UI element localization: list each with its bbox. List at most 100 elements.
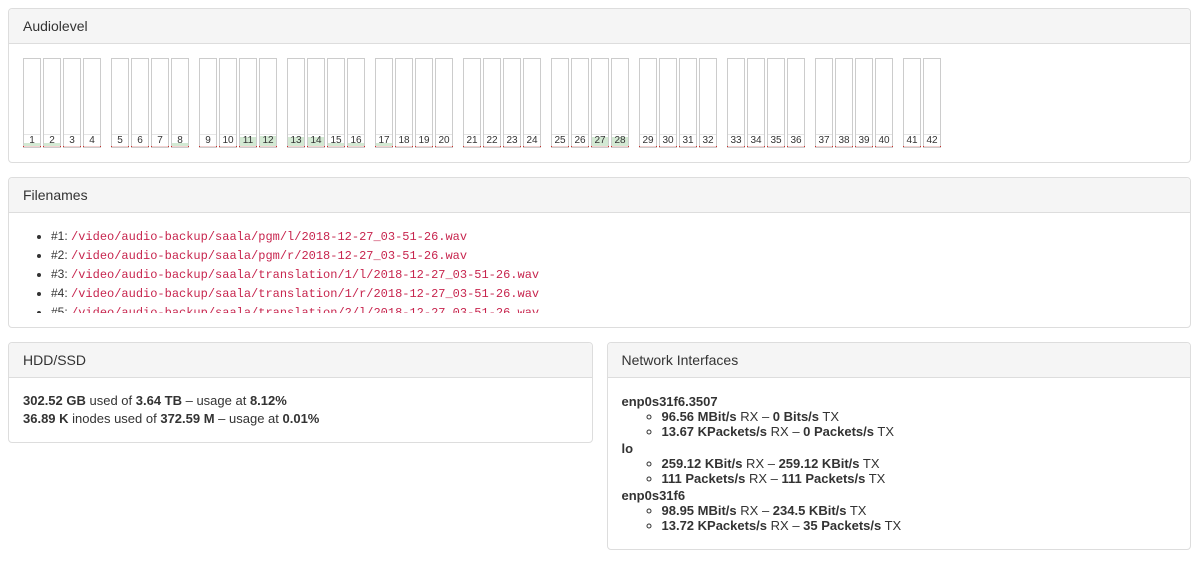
filename-item: #4: /video/audio-backup/saala/translatio…: [51, 284, 1172, 303]
audio-meter-label: 42: [924, 134, 940, 147]
audio-meter-37: 37: [815, 58, 833, 148]
filename-item: #1: /video/audio-backup/saala/pgm/l/2018…: [51, 227, 1172, 246]
filename-index: #2:: [51, 248, 71, 262]
meter-group: 21 22 23 24: [463, 58, 543, 148]
storage-space-line: 302.52 GB used of 3.64 TB – usage at 8.1…: [23, 392, 578, 410]
storage-inodes-total: 372.59 M: [160, 411, 214, 426]
audio-meter-22: 22: [483, 58, 501, 148]
filename-index: #1:: [51, 229, 71, 243]
network-stat-line: 13.67 KPackets/s RX – 0 Packets/s TX: [662, 424, 1177, 439]
audio-meter-label: 3: [64, 134, 80, 147]
audio-meter-label: 15: [328, 134, 344, 147]
meter-group: 1234: [23, 58, 103, 148]
audio-meter-label: 22: [484, 134, 500, 147]
audio-meter-27: 27: [591, 58, 609, 148]
filename-item: #2: /video/audio-backup/saala/pgm/r/2018…: [51, 246, 1172, 265]
audio-meter-31: 31: [679, 58, 697, 148]
audio-meter-11: 11: [239, 58, 257, 148]
audio-meter-4: 4: [83, 58, 101, 148]
network-interface: enp0s31f6.3507: [622, 394, 1177, 409]
audiolevel-meters: 1234567891011121314151617181920212223242…: [23, 58, 1176, 148]
storage-panel: HDD/SSD 302.52 GB used of 3.64 TB – usag…: [8, 342, 593, 443]
network-panel: Network Interfaces enp0s31f6.350796.56 M…: [607, 342, 1192, 550]
audio-meter-label: 34: [748, 134, 764, 147]
filename-index: #4:: [51, 286, 71, 300]
meter-group: 5678: [111, 58, 191, 148]
audio-meter-label: 24: [524, 134, 540, 147]
audio-meter-14: 14: [307, 58, 325, 148]
audio-meter-label: 5: [112, 134, 128, 147]
audio-meter-label: 26: [572, 134, 588, 147]
audio-meter-label: 35: [768, 134, 784, 147]
audio-meter-label: 39: [856, 134, 872, 147]
filename-index: #5:: [51, 305, 71, 313]
meter-group: 33343536: [727, 58, 807, 148]
audio-meter-17: 17: [375, 58, 393, 148]
meter-group: 4142: [903, 58, 943, 148]
audio-meter-label: 30: [660, 134, 676, 147]
meter-group: 25 26 27 28: [551, 58, 631, 148]
audio-meter-label: 11: [240, 134, 256, 147]
network-stat-line: 259.12 KBit/s RX – 259.12 KBit/s TX: [662, 456, 1177, 471]
filenames-title: Filenames: [9, 178, 1190, 213]
audiolevel-title: Audiolevel: [9, 9, 1190, 44]
audio-meter-label: 37: [816, 134, 832, 147]
filename-path: /video/audio-backup/saala/pgm/l/2018-12-…: [71, 230, 467, 244]
audio-meter-1: 1: [23, 58, 41, 148]
meter-group: 9101112: [199, 58, 279, 148]
network-stat-line: 98.95 MBit/s RX – 234.5 KBit/s TX: [662, 503, 1177, 518]
audio-meter-19: 19: [415, 58, 433, 148]
audio-meter-label: 17: [376, 134, 392, 147]
audio-meter-label: 10: [220, 134, 236, 147]
storage-inodes-line: 36.89 K inodes used of 372.59 M – usage …: [23, 410, 578, 428]
audio-meter-label: 14: [308, 134, 324, 147]
audio-meter-35: 35: [767, 58, 785, 148]
audio-meter-label: 31: [680, 134, 696, 147]
audio-meter-16: 16: [347, 58, 365, 148]
meter-group: 2930 3132: [639, 58, 719, 148]
filename-index: #3:: [51, 267, 71, 281]
audio-meter-label: 21: [464, 134, 480, 147]
audio-meter-28: 28: [611, 58, 629, 148]
network-stat-line: 111 Packets/s RX – 111 Packets/s TX: [662, 471, 1177, 486]
storage-space-used: 302.52 GB: [23, 393, 86, 408]
audio-meter-33: 33: [727, 58, 745, 148]
audio-meter-32: 32: [699, 58, 717, 148]
filenames-scroll[interactable]: #1: /video/audio-backup/saala/pgm/l/2018…: [23, 227, 1176, 313]
audio-meter-label: 6: [132, 134, 148, 147]
audio-meter-18: 18: [395, 58, 413, 148]
audio-meter-34: 34: [747, 58, 765, 148]
audio-meter-13: 13: [287, 58, 305, 148]
audio-meter-30: 30: [659, 58, 677, 148]
audio-meter-41: 41: [903, 58, 921, 148]
network-stat-line: 96.56 MBit/s RX – 0 Bits/s TX: [662, 409, 1177, 424]
audio-meter-label: 25: [552, 134, 568, 147]
audio-meter-label: 8: [172, 134, 188, 147]
audio-meter-25: 25: [551, 58, 569, 148]
audio-meter-label: 19: [416, 134, 432, 147]
filename-item: #5: /video/audio-backup/saala/translatio…: [51, 303, 1172, 313]
network-list: enp0s31f6.350796.56 MBit/s RX – 0 Bits/s…: [622, 394, 1177, 533]
audio-meter-label: 40: [876, 134, 892, 147]
audio-meter-29: 29: [639, 58, 657, 148]
audio-meter-10: 10: [219, 58, 237, 148]
audio-meter-3: 3: [63, 58, 81, 148]
audio-meter-label: 27: [592, 134, 608, 147]
audio-meter-label: 28: [612, 134, 628, 147]
audio-meter-label: 2: [44, 134, 60, 147]
filename-path: /video/audio-backup/saala/translation/1/…: [71, 268, 539, 282]
filenames-panel: Filenames #1: /video/audio-backup/saala/…: [8, 177, 1191, 328]
audio-meter-label: 12: [260, 134, 276, 147]
storage-inodes-pct: 0.01%: [283, 411, 320, 426]
network-interface: enp0s31f6: [622, 488, 1177, 503]
audio-meter-40: 40: [875, 58, 893, 148]
audio-meter-20: 20: [435, 58, 453, 148]
filename-path: /video/audio-backup/saala/translation/2/…: [71, 306, 539, 313]
audiolevel-panel: Audiolevel 12345678910111213141516171819…: [8, 8, 1191, 163]
audio-meter-label: 23: [504, 134, 520, 147]
storage-space-pct: 8.12%: [250, 393, 287, 408]
audio-meter-label: 16: [348, 134, 364, 147]
audio-meter-label: 18: [396, 134, 412, 147]
meter-group: 17 18 1920: [375, 58, 455, 148]
audio-meter-7: 7: [151, 58, 169, 148]
